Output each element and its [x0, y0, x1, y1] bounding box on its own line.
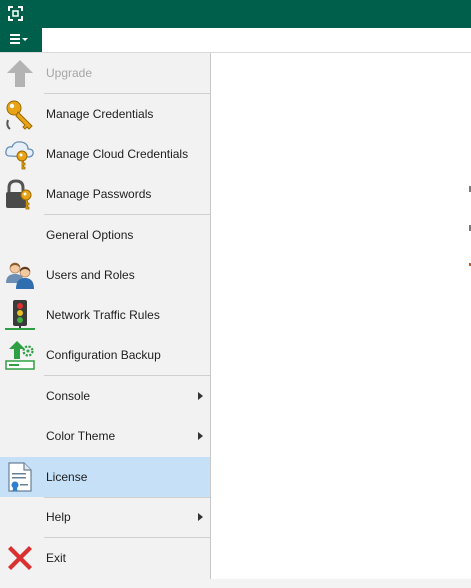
menu-item-upgrade: Upgrade	[0, 53, 210, 93]
config-backup-icon	[5, 341, 35, 370]
menu-item-label: Manage Credentials	[46, 107, 154, 121]
menu-item-manage-credentials[interactable]: Manage Credentials	[0, 94, 210, 134]
menu-item-license[interactable]: License	[0, 457, 210, 497]
menu-item-manage-cloud-credentials[interactable]: Manage Cloud Credentials	[0, 134, 210, 174]
menu-item-manage-passwords[interactable]: Manage Passwords	[0, 174, 210, 214]
title-bar	[0, 0, 471, 28]
up-arrow-icon	[7, 60, 33, 87]
close-x-icon	[8, 546, 32, 570]
menu-item-label: General Options	[46, 228, 134, 242]
cloud-key-icon	[5, 141, 34, 170]
menu-item-label: Console	[46, 389, 91, 403]
submenu-arrow-icon	[198, 392, 203, 400]
menu-item-label: Manage Passwords	[46, 187, 152, 201]
submenu-arrow-icon	[198, 513, 203, 521]
menu-item-label: Color Theme	[46, 429, 116, 443]
menu-item-label: License	[46, 470, 88, 484]
menu-item-label: Manage Cloud Credentials	[46, 147, 189, 161]
toolbar	[0, 28, 471, 53]
menu-item-users-and-roles[interactable]: Users and Roles	[0, 255, 210, 295]
menu-item-help[interactable]: Help	[0, 497, 210, 537]
license-icon	[8, 462, 32, 492]
menu-item-label: Upgrade	[46, 66, 93, 80]
key-icon	[6, 100, 33, 130]
traffic-light-icon	[5, 300, 35, 330]
menu-item-exit[interactable]: Exit	[0, 538, 210, 578]
menu-item-configuration-backup[interactable]: Configuration Backup	[0, 335, 210, 375]
menu-item-network-traffic-rules[interactable]: Network Traffic Rules	[0, 295, 210, 335]
menu-item-general-options[interactable]: General Options	[0, 215, 210, 255]
submenu-arrow-icon	[198, 432, 203, 440]
lock-key-icon	[6, 179, 32, 210]
menu-item-label: Users and Roles	[46, 268, 135, 282]
app-icon	[8, 6, 23, 21]
hamburger-dropdown-icon	[10, 34, 28, 44]
main-menu-button[interactable]	[0, 28, 42, 52]
menu-item-label: Configuration Backup	[46, 348, 161, 362]
status-strip	[0, 579, 471, 588]
menu-item-console[interactable]: Console	[0, 376, 210, 416]
users-icon	[6, 262, 34, 289]
main-content-area	[210, 53, 471, 588]
menu-item-label: Exit	[46, 551, 67, 565]
menu-item-label: Help	[46, 510, 71, 524]
menu-item-label: Network Traffic Rules	[46, 308, 160, 322]
main-menu-dropdown: Upgrade Manage Credentials Manage Cloud …	[0, 53, 211, 580]
menu-item-color-theme[interactable]: Color Theme	[0, 416, 210, 456]
